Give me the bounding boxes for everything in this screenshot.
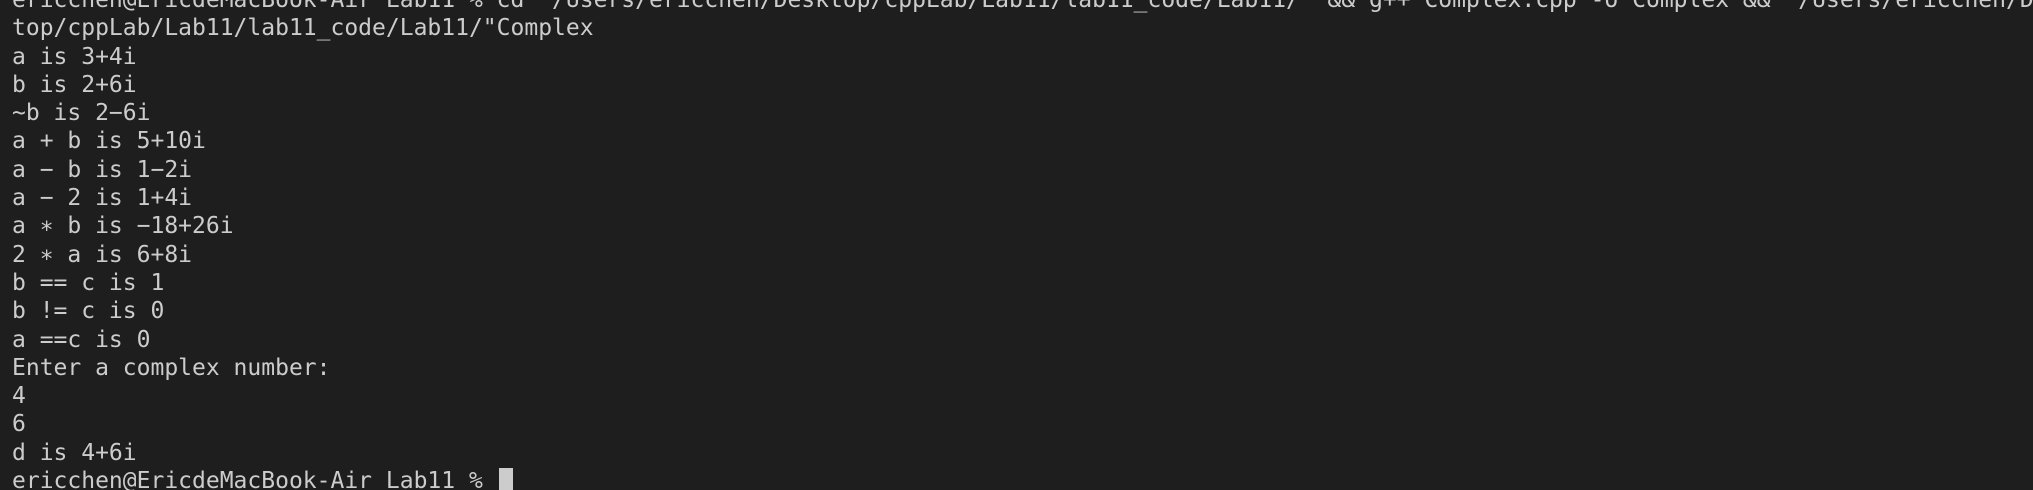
terminal-line: d is 4+6i bbox=[12, 439, 137, 466]
terminal-line: a + b is 5+10i bbox=[12, 128, 206, 155]
terminal-line: ~b is 2−6i bbox=[12, 100, 151, 127]
terminal-line-input-prompt: Enter a complex number: bbox=[12, 354, 331, 381]
terminal-line-command-wrap: top/cppLab/Lab11/lab11_code/Lab11/"Compl… bbox=[12, 15, 594, 42]
terminal-output: ericchen@EricdeMacBook-Air Lab11 % cd "/… bbox=[12, 0, 2033, 490]
terminal-line-command: ericchen@EricdeMacBook-Air Lab11 % cd "/… bbox=[12, 0, 2033, 13]
terminal-line: b == c is 1 bbox=[12, 269, 165, 296]
terminal-line: 2 ∗ a is 6+8i bbox=[12, 241, 193, 268]
terminal-line: a ∗ b is −18+26i bbox=[12, 213, 234, 240]
terminal-line: a ==c is 0 bbox=[12, 326, 151, 353]
terminal-line: b != c is 0 bbox=[12, 298, 165, 325]
terminal-line: a − b is 1−2i bbox=[12, 156, 193, 183]
text-cursor bbox=[498, 468, 513, 490]
terminal-prompt-line[interactable]: ericchen@EricdeMacBook-Air Lab11 % bbox=[12, 467, 2033, 490]
terminal-line-user-input: 4 bbox=[12, 383, 26, 410]
terminal-line: a is 3+4i bbox=[12, 43, 137, 70]
terminal-window[interactable]: ericchen@EricdeMacBook-Air Lab11 % cd "/… bbox=[0, 0, 2033, 490]
shell-prompt: ericchen@EricdeMacBook-Air Lab11 % bbox=[12, 468, 497, 490]
terminal-line: a − 2 is 1+4i bbox=[12, 185, 193, 212]
terminal-line: b is 2+6i bbox=[12, 71, 137, 98]
terminal-line-user-input: 6 bbox=[12, 411, 26, 438]
